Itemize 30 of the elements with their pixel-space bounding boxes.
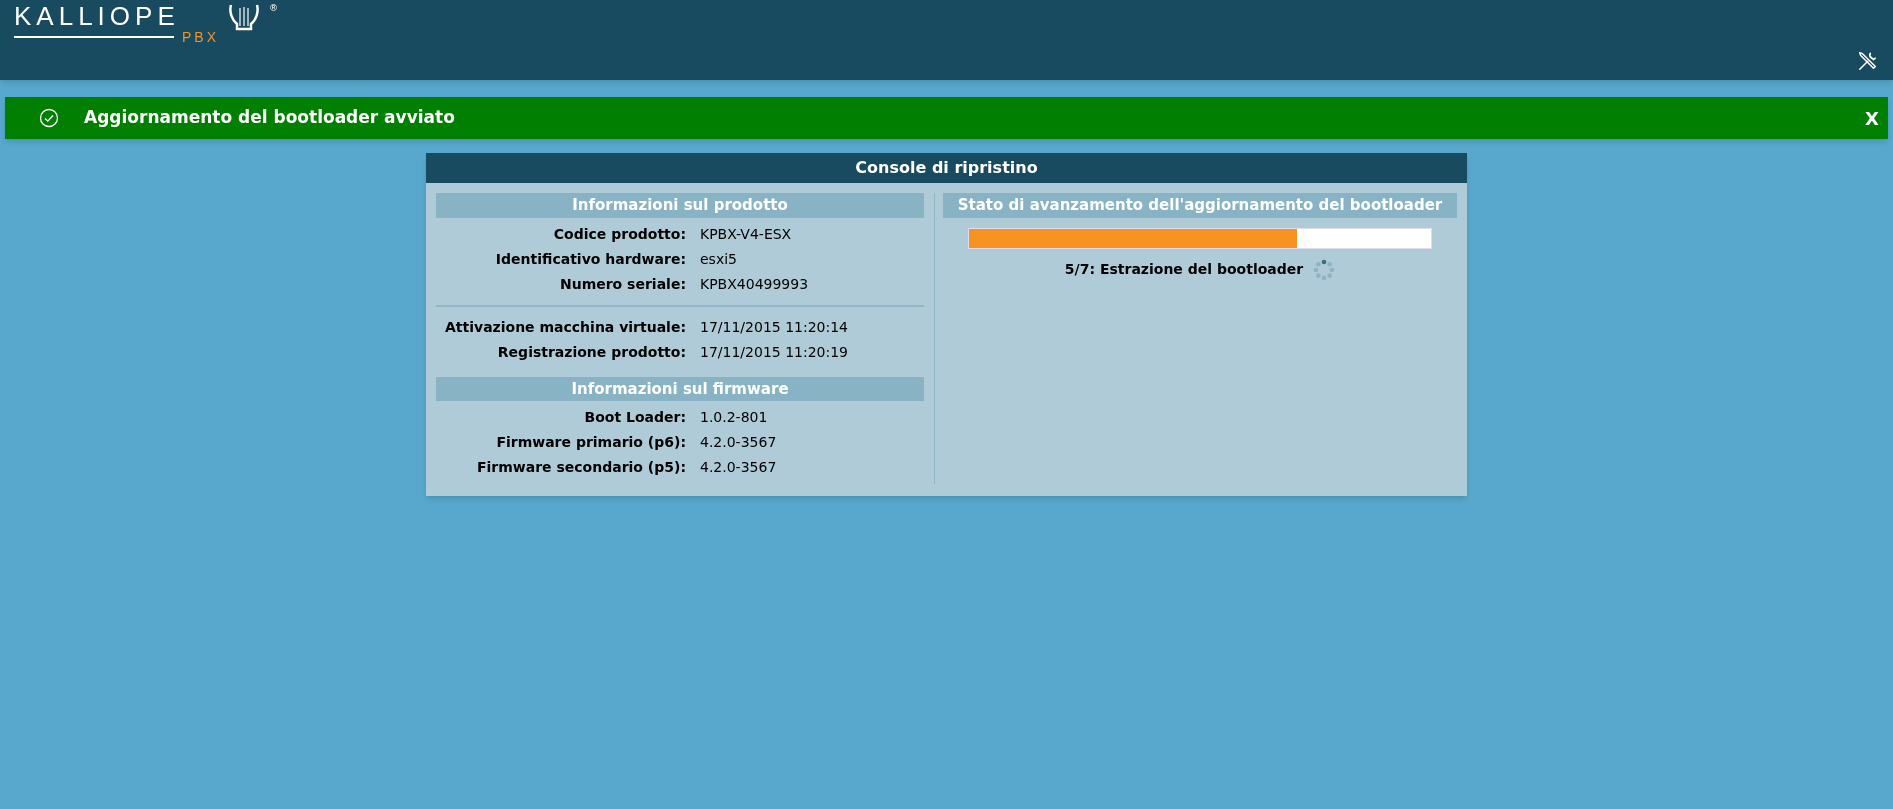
field-label: Numero seriale: [558, 274, 686, 294]
tools-icon[interactable] [1857, 50, 1879, 72]
field-label: Attivazione macchina virtuale: [444, 317, 686, 337]
panel-title: Console di ripristino [426, 153, 1467, 183]
field-label: Firmware secondario (p5): [475, 458, 686, 477]
field-label: Boot Loader: [583, 408, 686, 427]
field-value: KPBX-V4-ESX [700, 224, 792, 244]
field-value: 4.2.0-3567 [700, 458, 777, 477]
section-header: Stato di avanzamento dell'aggiornamento del bootloader [943, 193, 1457, 218]
field-value: 1.0.2-801 [700, 408, 768, 427]
field-value: 17/11/2015 11:20:19 [700, 342, 849, 362]
loading-spinner-icon [1313, 258, 1336, 281]
logo-suffix: PBX [182, 30, 219, 44]
registered-mark: ® [269, 2, 278, 15]
field-value: esxi5 [700, 249, 737, 269]
field-value: 4.2.0-3567 [700, 433, 777, 452]
field-label: Registrazione prodotto: [496, 342, 686, 362]
logo-wordmark: KALLIOPE [14, 2, 181, 30]
check-circle-icon [39, 108, 59, 128]
lyre-icon [227, 2, 261, 32]
field-value: KPBX40499993 [700, 274, 809, 294]
progress-step: 5/7: Estrazione del bootloader [1064, 259, 1304, 280]
section-header: Informazioni sul prodotto [436, 193, 924, 218]
field-value: 17/11/2015 11:20:14 [700, 317, 849, 337]
section-header: Informazioni sul firmware [436, 376, 924, 401]
close-button[interactable]: X [1865, 104, 1879, 132]
notification-message: Aggiornamento del bootloader avviato [84, 106, 456, 130]
field-label: Codice prodotto: [552, 224, 686, 244]
field-label: Firmware primario (p6): [495, 433, 686, 452]
field-label: Identificativo hardware: [494, 249, 686, 269]
